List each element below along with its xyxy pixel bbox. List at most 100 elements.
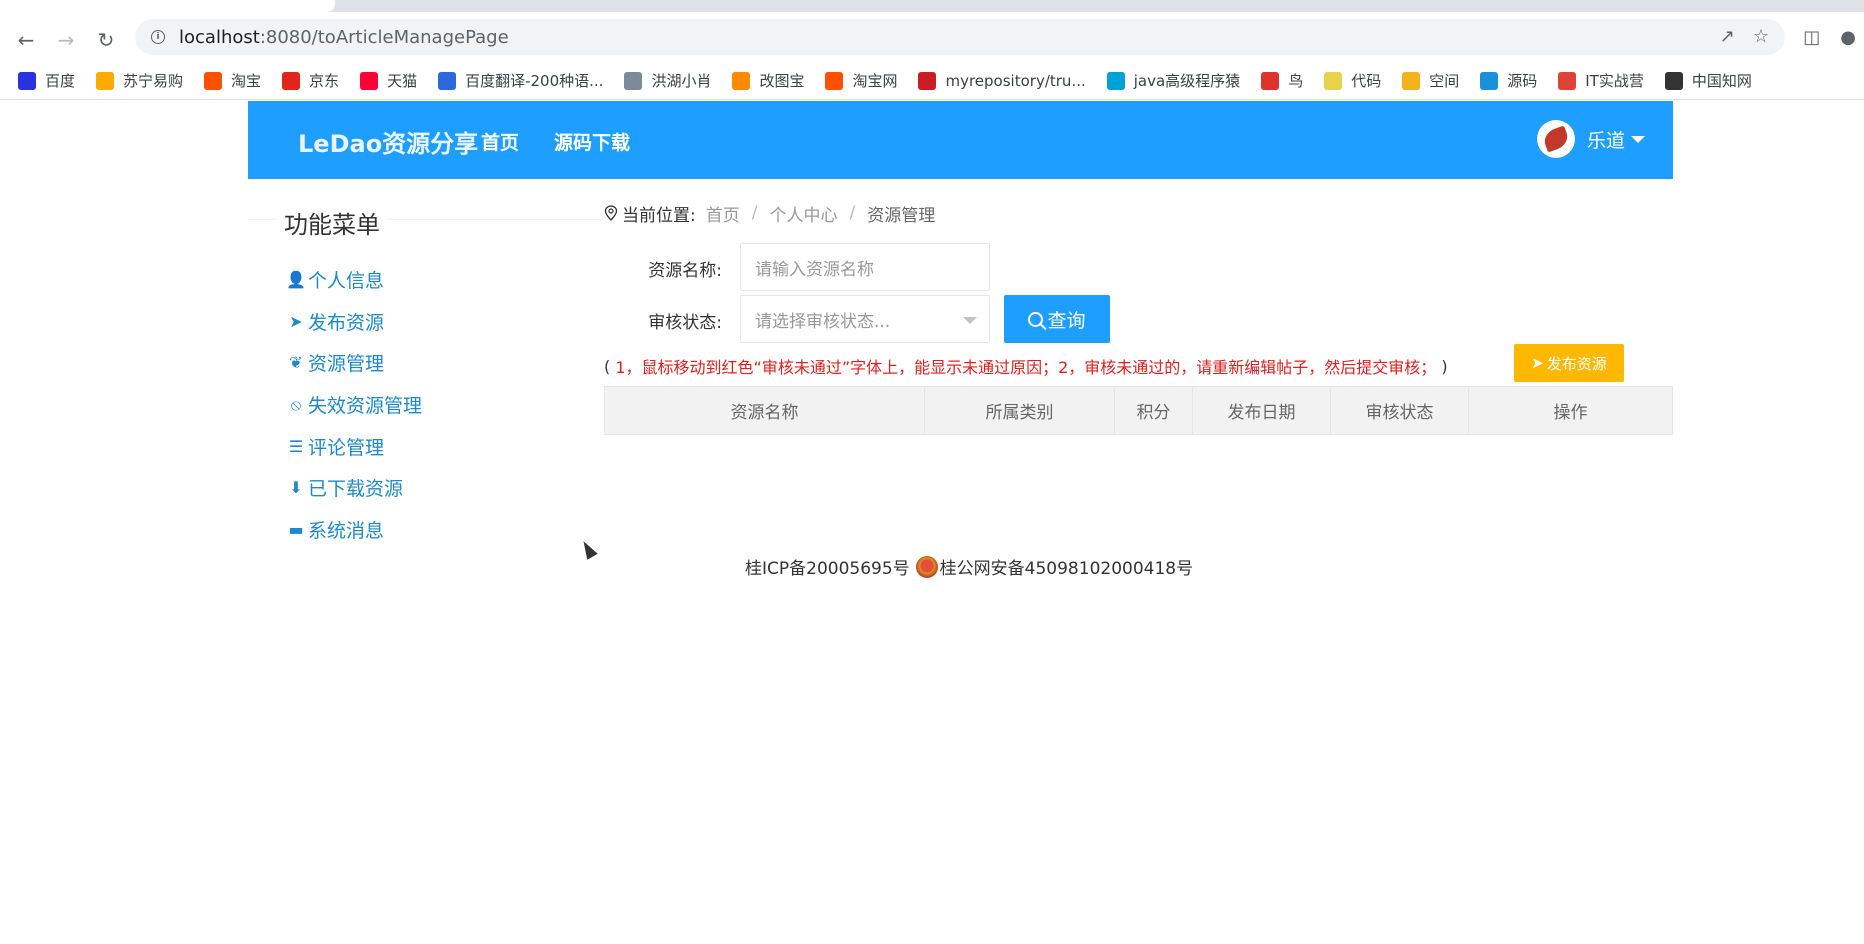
user-icon: 👤 bbox=[286, 270, 306, 290]
username: 乐道 bbox=[1586, 129, 1625, 152]
query-button[interactable]: 查询 bbox=[1004, 295, 1110, 343]
profile-icon[interactable]: ● bbox=[1840, 27, 1856, 48]
sidebar-item-label: 个人信息 bbox=[308, 270, 385, 293]
bookmark-item[interactable]: 苏宁易购 bbox=[96, 70, 183, 91]
police-record-link[interactable]: 桂公网安备45098102000418号 bbox=[940, 554, 1193, 579]
resource-name-row: 资源名称: 请输入资源名称 bbox=[604, 243, 1674, 291]
sidebar-item-label: 评论管理 bbox=[308, 436, 385, 459]
sidebar-item-3[interactable]: ⦸ 失效资源管理 bbox=[248, 384, 603, 426]
nav-link-source-download[interactable]: 源码下载 bbox=[554, 128, 630, 155]
police-badge-icon bbox=[915, 555, 938, 578]
col-header-date: 发布日期 bbox=[1192, 386, 1331, 435]
status-row: 审核状态: 请选择审核状态... 查询 bbox=[604, 295, 1674, 343]
bookmark-item[interactable]: java高级程序猿 bbox=[1106, 70, 1240, 91]
caret-down-icon bbox=[1631, 135, 1645, 143]
bookmark-item[interactable]: 天猫 bbox=[360, 70, 417, 91]
share-icon[interactable]: ↗ bbox=[1720, 26, 1735, 47]
nav-link-home[interactable]: 首页 bbox=[481, 128, 519, 155]
brand-logo[interactable]: LeDao资源分享 bbox=[298, 124, 478, 159]
browser-tabstrip bbox=[0, 0, 1864, 12]
baidu-paw-icon bbox=[18, 71, 36, 90]
taobao-icon bbox=[204, 71, 223, 90]
bookmark-label: 空间 bbox=[1429, 72, 1460, 90]
sidebar-item-1[interactable]: ➤ 发布资源 bbox=[248, 301, 603, 343]
bookmark-label: IT实战营 bbox=[1585, 72, 1644, 90]
bookmark-label: 鸟 bbox=[1288, 72, 1304, 90]
select-arrow-icon bbox=[963, 317, 977, 324]
sidebar-item-0[interactable]: 👤 个人信息 bbox=[248, 259, 603, 301]
bookmark-label: 京东 bbox=[309, 72, 340, 90]
url-text: localhost:8080/toArticleManagePage bbox=[179, 26, 509, 48]
bookmark-item[interactable]: 百度翻译-200种语... bbox=[438, 70, 603, 91]
bookmark-item[interactable]: 源码 bbox=[1480, 70, 1537, 91]
resource-name-label: 资源名称: bbox=[648, 261, 722, 281]
chrome-icon bbox=[1558, 71, 1577, 90]
breadcrumb-label: 当前位置: bbox=[622, 205, 696, 226]
bookmark-label: 天猫 bbox=[387, 72, 418, 90]
breadcrumb: 当前位置: 首页 / 个人中心 / 资源管理 bbox=[604, 201, 1674, 226]
reload-icon[interactable]: ↻ bbox=[90, 24, 122, 56]
forward-icon[interactable]: → bbox=[50, 24, 82, 56]
bookmark-item[interactable]: 京东 bbox=[282, 70, 339, 91]
breadcrumb-personal-center[interactable]: 个人中心 bbox=[769, 201, 837, 226]
bookmark-label: 代码 bbox=[1351, 72, 1382, 90]
cnki-icon bbox=[1664, 71, 1683, 90]
bookmark-item[interactable]: 空间 bbox=[1402, 70, 1459, 91]
cloud-icon bbox=[1480, 71, 1499, 90]
col-header-status: 审核状态 bbox=[1330, 386, 1469, 435]
menu-title-text: 功能菜单 bbox=[276, 205, 388, 240]
sidebar-item-6[interactable]: ▬ 系统消息 bbox=[248, 509, 603, 551]
footer: 桂ICP备20005695号 桂公网安备45098102000418号 bbox=[745, 554, 1193, 579]
bird-icon bbox=[624, 71, 643, 90]
resource-name-input[interactable]: 请输入资源名称 bbox=[740, 243, 990, 291]
bookmark-label: myrepository/tru... bbox=[945, 71, 1086, 90]
address-bar[interactable]: i localhost:8080/toArticleManagePage ↗ ☆ bbox=[135, 19, 1785, 55]
bookmark-label: 改图宝 bbox=[759, 72, 805, 90]
bookmark-star-icon[interactable]: ☆ bbox=[1753, 26, 1769, 47]
baidu-translate-icon bbox=[438, 71, 457, 90]
browser-tab-active[interactable] bbox=[0, 0, 335, 12]
bookmark-item[interactable]: 百度 bbox=[18, 70, 75, 91]
col-header-points: 积分 bbox=[1114, 386, 1193, 435]
user-menu[interactable]: 乐道 bbox=[1536, 120, 1645, 158]
bookmark-item[interactable]: 鸟 bbox=[1261, 70, 1303, 91]
breadcrumb-home[interactable]: 首页 bbox=[706, 201, 740, 226]
back-icon[interactable]: ← bbox=[10, 24, 42, 56]
bookmark-item[interactable]: 洪湖小肖 bbox=[624, 70, 711, 91]
side-panel-icon[interactable]: ◫ bbox=[1803, 27, 1820, 48]
bookmark-item[interactable]: IT实战营 bbox=[1558, 70, 1644, 91]
top-navbar: LeDao资源分享 首页 源码下载 乐道 bbox=[248, 101, 1673, 179]
status-label: 审核状态: bbox=[648, 313, 722, 333]
gitee-icon bbox=[918, 71, 937, 90]
main-content: 当前位置: 首页 / 个人中心 / 资源管理 资源名称: 请输入资源名称 审核状… bbox=[604, 201, 1674, 435]
tmall-icon bbox=[360, 71, 379, 90]
sidebar-item-label: 发布资源 bbox=[308, 311, 385, 334]
sidebar-item-2[interactable]: ❦ 资源管理 bbox=[248, 342, 603, 384]
bookmark-label: 洪湖小肖 bbox=[651, 72, 712, 90]
suning-icon bbox=[96, 71, 115, 90]
avatar bbox=[1536, 120, 1575, 158]
bookmark-item[interactable]: 代码 bbox=[1324, 70, 1381, 91]
col-header-name: 资源名称 bbox=[604, 386, 925, 435]
bookmark-item[interactable]: 淘宝 bbox=[204, 70, 261, 91]
search-icon bbox=[1028, 311, 1044, 327]
table-header-row: 资源名称 所属类别 积分 发布日期 审核状态 操作 bbox=[604, 386, 1673, 435]
bookmark-item[interactable]: 中国知网 bbox=[1664, 70, 1752, 91]
icp-link[interactable]: 桂ICP备20005695号 bbox=[745, 554, 910, 579]
menu-list: 👤 个人信息 ➤ 发布资源 ❦ 资源管理 ⦸ 失效资源管理 ☰ 评论管理 ⬇ 已下载资源 ▬ 系统消息 bbox=[248, 259, 603, 550]
leaf-icon: ❦ bbox=[289, 353, 303, 373]
bookmark-label: 百度翻译-200种语... bbox=[465, 72, 604, 90]
paper-plane-icon: ➤ bbox=[1531, 354, 1544, 372]
bookmark-label: 淘宝网 bbox=[852, 72, 898, 90]
sidebar-item-4[interactable]: ☰ 评论管理 bbox=[248, 425, 603, 467]
bookmark-label: 百度 bbox=[45, 72, 76, 90]
bookmark-item[interactable]: 改图宝 bbox=[732, 70, 804, 91]
status-select[interactable]: 请选择审核状态... bbox=[740, 295, 990, 343]
col-header-category: 所属类别 bbox=[924, 386, 1115, 435]
breadcrumb-current: 资源管理 bbox=[867, 205, 936, 226]
publish-resource-button[interactable]: ➤ 发布资源 bbox=[1514, 344, 1624, 382]
bookmark-item[interactable]: 淘宝网 bbox=[825, 70, 897, 91]
sidebar-item-5[interactable]: ⬇ 已下载资源 bbox=[248, 467, 603, 509]
site-info-icon[interactable]: i bbox=[151, 30, 165, 44]
bookmark-item[interactable]: myrepository/tru... bbox=[918, 71, 1086, 90]
